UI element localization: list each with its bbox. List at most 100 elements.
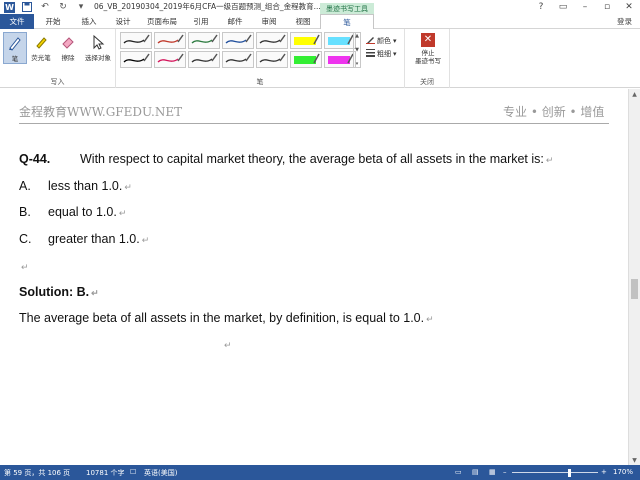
option-b-text: equal to 1.0. — [48, 205, 117, 219]
pen-swatch[interactable] — [188, 32, 220, 49]
tab-page-layout[interactable]: 页面布局 — [142, 14, 182, 29]
help-button[interactable]: ? — [530, 0, 552, 14]
tab-home[interactable]: 开始 — [38, 14, 68, 29]
pen-swatch[interactable] — [290, 32, 322, 49]
write-group-label: 写入 — [50, 78, 65, 86]
page-count[interactable]: 第 59 页，共 106 页 — [4, 468, 70, 478]
print-layout-icon[interactable]: ▤ — [472, 468, 479, 476]
more-icon[interactable]: ▾ — [356, 61, 359, 67]
eraser-tool-label: 擦除 — [61, 54, 75, 62]
pen-stroke-icon — [191, 53, 218, 63]
solution-heading: Solution: B. ↵ — [19, 285, 99, 299]
tab-pens[interactable]: 笔 — [320, 14, 374, 29]
zoom-slider-thumb[interactable] — [568, 469, 571, 477]
web-layout-icon[interactable]: ▦ — [489, 468, 496, 476]
tab-insert[interactable]: 插入 — [74, 14, 104, 29]
pen-swatch[interactable] — [256, 51, 288, 68]
pen-swatch[interactable] — [324, 51, 356, 68]
color-label: 颜色 — [377, 36, 391, 45]
paragraph-mark: ↵ — [91, 288, 99, 298]
zoom-in-icon[interactable]: + — [601, 468, 607, 476]
tab-references[interactable]: 引用 — [186, 14, 216, 29]
paragraph-mark: ↵ — [545, 155, 554, 165]
pen-stroke-icon — [157, 53, 184, 63]
tab-design[interactable]: 设计 — [108, 14, 138, 29]
empty-paragraph: ↵ — [222, 337, 232, 351]
read-mode-icon[interactable]: ▭ — [455, 468, 462, 476]
paragraph-mark: ↵ — [224, 340, 232, 350]
pen-swatch[interactable] — [324, 32, 356, 49]
line-weight-icon — [366, 48, 375, 59]
option-b: equal to 1.0. ↵ — [48, 205, 126, 219]
highlighter-stroke-icon — [294, 53, 320, 64]
highlighter-tool-button[interactable]: 荧光笔 — [28, 32, 54, 62]
tab-file[interactable]: 文件 — [0, 14, 34, 29]
tab-view[interactable]: 视图 — [288, 14, 318, 29]
chevron-down-icon[interactable]: ▼ — [355, 47, 359, 53]
solution-text: The average beta of all assets in the ma… — [19, 311, 434, 325]
status-bar: 第 59 页，共 106 页 10781 个字 ☐ 英语(美国) ▭ ▤ ▦ –… — [0, 465, 640, 480]
stop-inking-button[interactable]: ✕ 停止 墨迹书写 — [410, 33, 446, 65]
proofing-icon[interactable]: ☐ — [130, 468, 136, 476]
document-page[interactable]: 金程教育WWW.GFEDU.NET 专业 • 创新 • 增值 Q-44. Wit… — [0, 89, 628, 465]
thickness-dropdown[interactable]: 粗细 ▾ — [366, 47, 397, 60]
close-button[interactable]: ✕ — [618, 0, 640, 14]
color-dropdown[interactable]: 颜色 ▾ — [366, 34, 397, 47]
paragraph-mark: ↵ — [124, 182, 132, 192]
minimize-button[interactable]: – — [574, 0, 596, 14]
close-group-label: 关闭 — [420, 78, 434, 86]
paragraph-mark: ↵ — [21, 262, 29, 272]
sign-in-link[interactable]: 登录 — [617, 16, 632, 27]
pen-tool-label: 笔 — [11, 55, 19, 63]
pen-stroke-icon — [225, 34, 252, 44]
pen-gallery-scroll[interactable]: ▲ ▼ ▾ — [353, 32, 361, 68]
scrollbar-thumb[interactable] — [631, 279, 638, 299]
paragraph-mark: ↵ — [141, 235, 150, 245]
select-objects-button[interactable]: 选择对象 — [82, 32, 114, 62]
tab-mailings[interactable]: 邮件 — [220, 14, 250, 29]
save-icon[interactable] — [21, 2, 33, 13]
zoom-out-icon[interactable]: – — [503, 468, 507, 476]
zoom-level[interactable]: 170% — [613, 468, 633, 476]
pens-group-label: 笔 — [256, 78, 264, 86]
zoom-slider[interactable] — [512, 472, 598, 473]
chevron-down-icon: ▾ — [393, 36, 397, 45]
pen-swatch[interactable] — [188, 51, 220, 68]
pen-swatch[interactable] — [120, 32, 152, 49]
ribbon: 笔 荧光笔 擦除 选择对象 写入 笔 ▲ ▼ ▾ 颜色 ▾ 粗细 ▾ 关闭 ✕ … — [0, 29, 640, 88]
option-a-text: less than 1.0. — [48, 179, 123, 193]
chevron-up-icon[interactable]: ▲ — [355, 33, 359, 39]
pen-stroke-icon — [123, 53, 150, 63]
customize-icon[interactable]: ▾ — [75, 2, 87, 13]
write-group: 笔 荧光笔 擦除 选择对象 写入 — [0, 29, 116, 88]
pen-gallery — [120, 32, 356, 68]
pen-swatch[interactable] — [154, 51, 186, 68]
scroll-down-icon[interactable]: ▼ — [629, 455, 640, 465]
ribbon-display-button[interactable]: ▭ — [552, 0, 574, 14]
question-number: Q-44. — [19, 152, 51, 166]
pen-swatch[interactable] — [222, 32, 254, 49]
restore-button[interactable]: ▫ — [596, 0, 618, 14]
pen-tool-button[interactable]: 笔 — [3, 32, 27, 64]
solution-heading-text: Solution: B. — [19, 285, 90, 299]
select-objects-label: 选择对象 — [85, 54, 111, 62]
scroll-up-icon[interactable]: ▲ — [629, 89, 640, 99]
redo-icon[interactable]: ↻ — [57, 2, 69, 13]
pen-swatch[interactable] — [256, 32, 288, 49]
document-title: 06_VB_20190304_2019年6月CFA一级百题预测_组合_金程教育.… — [94, 2, 321, 11]
language[interactable]: 英语(美国) — [144, 468, 177, 478]
paragraph-mark: ↵ — [426, 314, 434, 324]
undo-icon[interactable]: ↶ — [39, 2, 51, 13]
tab-review[interactable]: 审阅 — [254, 14, 284, 29]
vertical-scrollbar[interactable]: ▲ ▼ — [628, 89, 640, 465]
eraser-icon — [58, 32, 78, 52]
thickness-label: 粗细 — [377, 49, 391, 58]
pen-swatch[interactable] — [120, 51, 152, 68]
word-count[interactable]: 10781 个字 — [86, 468, 125, 478]
eraser-tool-button[interactable]: 擦除 — [56, 32, 80, 62]
pen-options: 颜色 ▾ 粗细 ▾ — [366, 34, 397, 60]
pen-swatch[interactable] — [154, 32, 186, 49]
pen-swatch[interactable] — [290, 51, 322, 68]
pen-swatch[interactable] — [222, 51, 254, 68]
word-app-icon[interactable]: W — [4, 1, 15, 13]
